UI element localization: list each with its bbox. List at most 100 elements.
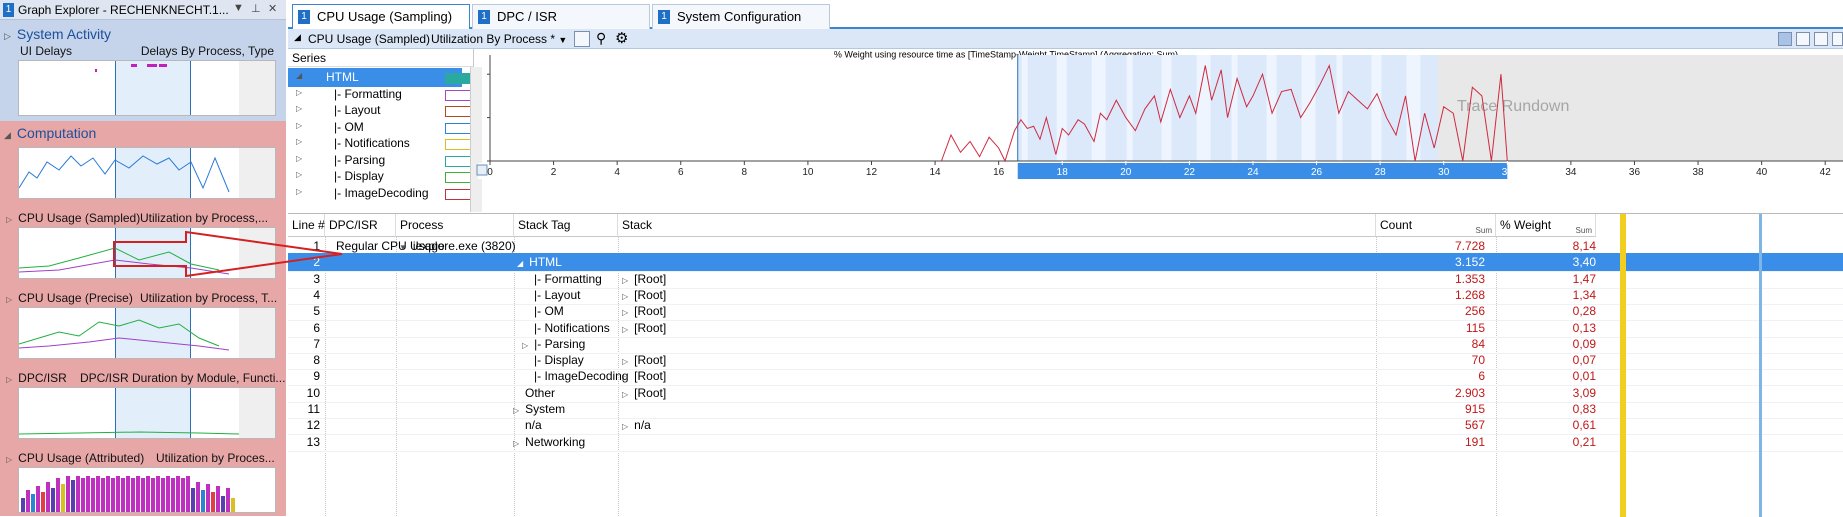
collapse-triangle-icon[interactable]: ▷	[296, 170, 302, 179]
collapse-triangle-icon[interactable]: ▷	[296, 88, 302, 97]
weight-cell: 0,61	[1572, 418, 1596, 433]
tab-dpc-isr[interactable]: 1 DPC / ISR	[472, 4, 650, 29]
graph-column-divider[interactable]	[1759, 214, 1762, 517]
collapse-triangle-icon[interactable]: ▷	[513, 406, 519, 415]
stack-tag-cell: ▷ |- Parsing	[522, 336, 586, 351]
series-color-swatch[interactable]	[445, 73, 471, 84]
collapse-triangle-icon[interactable]: ▷	[622, 390, 628, 399]
column-header[interactable]: Process	[396, 214, 514, 237]
tab-system-configuration[interactable]: 1 System Configuration	[652, 4, 830, 29]
tab-cpu-usage-sampling[interactable]: 1 CPU Usage (Sampling)	[292, 4, 470, 29]
collapse-graph-icon[interactable]: ◢	[294, 32, 301, 43]
selection-shade	[1126, 55, 1133, 161]
x-tick-label: 28	[1375, 167, 1387, 178]
delays-by-process-label: Delays By Process, Type	[140, 44, 274, 58]
column-header[interactable]: Stack Tag	[514, 214, 618, 237]
expand-triangle-icon[interactable]: ◢	[4, 130, 11, 140]
count-cell: 115	[1465, 320, 1485, 335]
trace-rundown-label: Trace Rundown	[1457, 98, 1569, 115]
collapse-triangle-icon[interactable]: ▷	[622, 325, 628, 334]
cpu-usage-chart[interactable]: % Weight using resource time as [TimeSta…	[464, 49, 1843, 212]
cpu-attributed-thumbnail[interactable]	[18, 467, 276, 513]
cpu-attributed-graph-title[interactable]: ▷ CPU Usage (Attributed)	[6, 451, 144, 465]
stack-cell: ▷ [Root]	[622, 271, 667, 286]
column-header[interactable]: Count Sum	[1376, 214, 1496, 237]
series-color-swatch[interactable]	[445, 188, 471, 200]
collapse-triangle-icon[interactable]: ▼	[399, 243, 407, 252]
collapse-triangle-icon[interactable]: ▷	[296, 121, 302, 130]
selection-shade	[1161, 55, 1172, 161]
column-header[interactable]: % Weight Sum	[1496, 214, 1596, 237]
x-tick-label: 0	[487, 167, 493, 178]
system-activity-header[interactable]: ▷ System Activity	[4, 26, 111, 42]
collapse-triangle-icon[interactable]: ▷	[622, 422, 628, 431]
count-cell: 3.152	[1454, 255, 1485, 270]
cpu-sampled-graph-preset: Utilization by Process,...	[140, 211, 269, 225]
selection-shade	[1196, 55, 1211, 161]
cpu-sampled-graph-title[interactable]: ▷ CPU Usage (Sampled)	[6, 211, 140, 225]
expand-triangle-icon[interactable]: ◢	[517, 259, 523, 268]
count-cell: 70	[1471, 353, 1485, 368]
dpc-isr-thumbnail[interactable]	[18, 387, 276, 439]
series-color-swatch[interactable]	[445, 139, 471, 150]
system-activity-group: ▷ System Activity UI Delays Delays By Pro…	[0, 20, 286, 121]
series-color-swatch[interactable]	[445, 89, 471, 101]
column-header[interactable]: Stack	[618, 214, 1376, 237]
cpu-precise-graph-title[interactable]: ▷ CPU Usage (Precise)	[6, 291, 133, 305]
collapse-triangle-icon[interactable]: ▷	[296, 104, 302, 113]
view-graph-only-icon[interactable]	[1796, 32, 1810, 46]
series-color-swatch[interactable]	[445, 155, 471, 167]
pin-icon[interactable]: ⊥	[251, 2, 261, 15]
collapse-triangle-icon[interactable]: ▷	[622, 373, 628, 382]
stack-cell: ▷ [Root]	[622, 353, 667, 368]
close-icon[interactable]: ✕	[268, 2, 277, 15]
table-row[interactable]: 13 ▷ Networking 191 0,21	[288, 433, 1843, 452]
view-table-only-icon[interactable]	[1814, 32, 1828, 46]
collapse-triangle-icon[interactable]: ▷	[622, 308, 628, 317]
count-cell: 567	[1464, 418, 1485, 433]
line-number-cell: 11	[307, 402, 320, 416]
cpu-precise-thumbnail[interactable]	[18, 307, 276, 359]
view-options-icon[interactable]	[1832, 32, 1843, 46]
series-label: |- Display	[334, 169, 384, 183]
collapse-triangle-icon[interactable]: ▷	[296, 154, 302, 163]
computation-overview-thumbnail[interactable]	[18, 147, 276, 199]
collapse-triangle-icon[interactable]: ▷	[4, 31, 11, 41]
count-cell: 7.728	[1454, 239, 1485, 253]
collapse-triangle-icon[interactable]: ▷	[522, 341, 528, 350]
gear-icon[interactable]: ⚙	[615, 29, 628, 47]
x-tick-label: 40	[1756, 167, 1768, 178]
collapse-triangle-icon[interactable]: ▷	[296, 137, 302, 146]
preset-dropdown[interactable]: Utilization By Process * ▼	[431, 32, 567, 46]
series-item[interactable]: ▷ |- ImageDecoding	[288, 184, 471, 203]
graph-toolbar: ◢ CPU Usage (Sampled) Utilization By Pro…	[288, 29, 1843, 49]
dropdown-icon[interactable]: ▼	[233, 2, 244, 14]
ui-delays-thumbnail[interactable]	[18, 60, 276, 116]
series-color-swatch[interactable]	[445, 106, 471, 117]
expand-triangle-icon[interactable]: ◢	[296, 71, 302, 80]
collapse-triangle-icon[interactable]: ▷	[622, 292, 628, 301]
process-cell: ▼ iexplore.exe (3820)	[399, 239, 516, 253]
collapse-triangle-icon[interactable]: ▷	[622, 357, 628, 366]
count-cell: 191	[1464, 434, 1485, 449]
x-tick-label: 12	[866, 167, 878, 178]
series-label: |- Formatting	[334, 86, 402, 101]
collapse-triangle-icon[interactable]: ▷	[513, 439, 519, 448]
x-tick-label: 20	[1120, 167, 1132, 178]
weight-cell: 1,47	[1572, 271, 1596, 286]
stack-cell: ▷ [Root]	[622, 287, 667, 302]
weight-cell: 0,07	[1572, 353, 1596, 368]
weight-cell: 0,28	[1572, 304, 1596, 319]
collapse-triangle-icon[interactable]: ▷	[622, 276, 628, 285]
view-graph-table-icon[interactable]	[1778, 32, 1792, 46]
x-tick-label: 8	[742, 167, 748, 178]
computation-header[interactable]: ◢ Computation	[4, 125, 96, 141]
graph-settings-icon[interactable]	[574, 31, 590, 47]
dpc-isr-graph-title[interactable]: ▷ DPC/ISR	[6, 371, 67, 385]
search-icon[interactable]: ⚲	[596, 30, 606, 47]
series-color-swatch[interactable]	[445, 122, 471, 134]
computation-group: ◢ Computation ▷ CPU Usage (Sampled) Utiliz…	[0, 121, 286, 516]
series-color-swatch[interactable]	[445, 172, 471, 183]
collapse-triangle-icon[interactable]: ▷	[296, 187, 302, 196]
key-column-divider[interactable]	[1620, 214, 1626, 517]
